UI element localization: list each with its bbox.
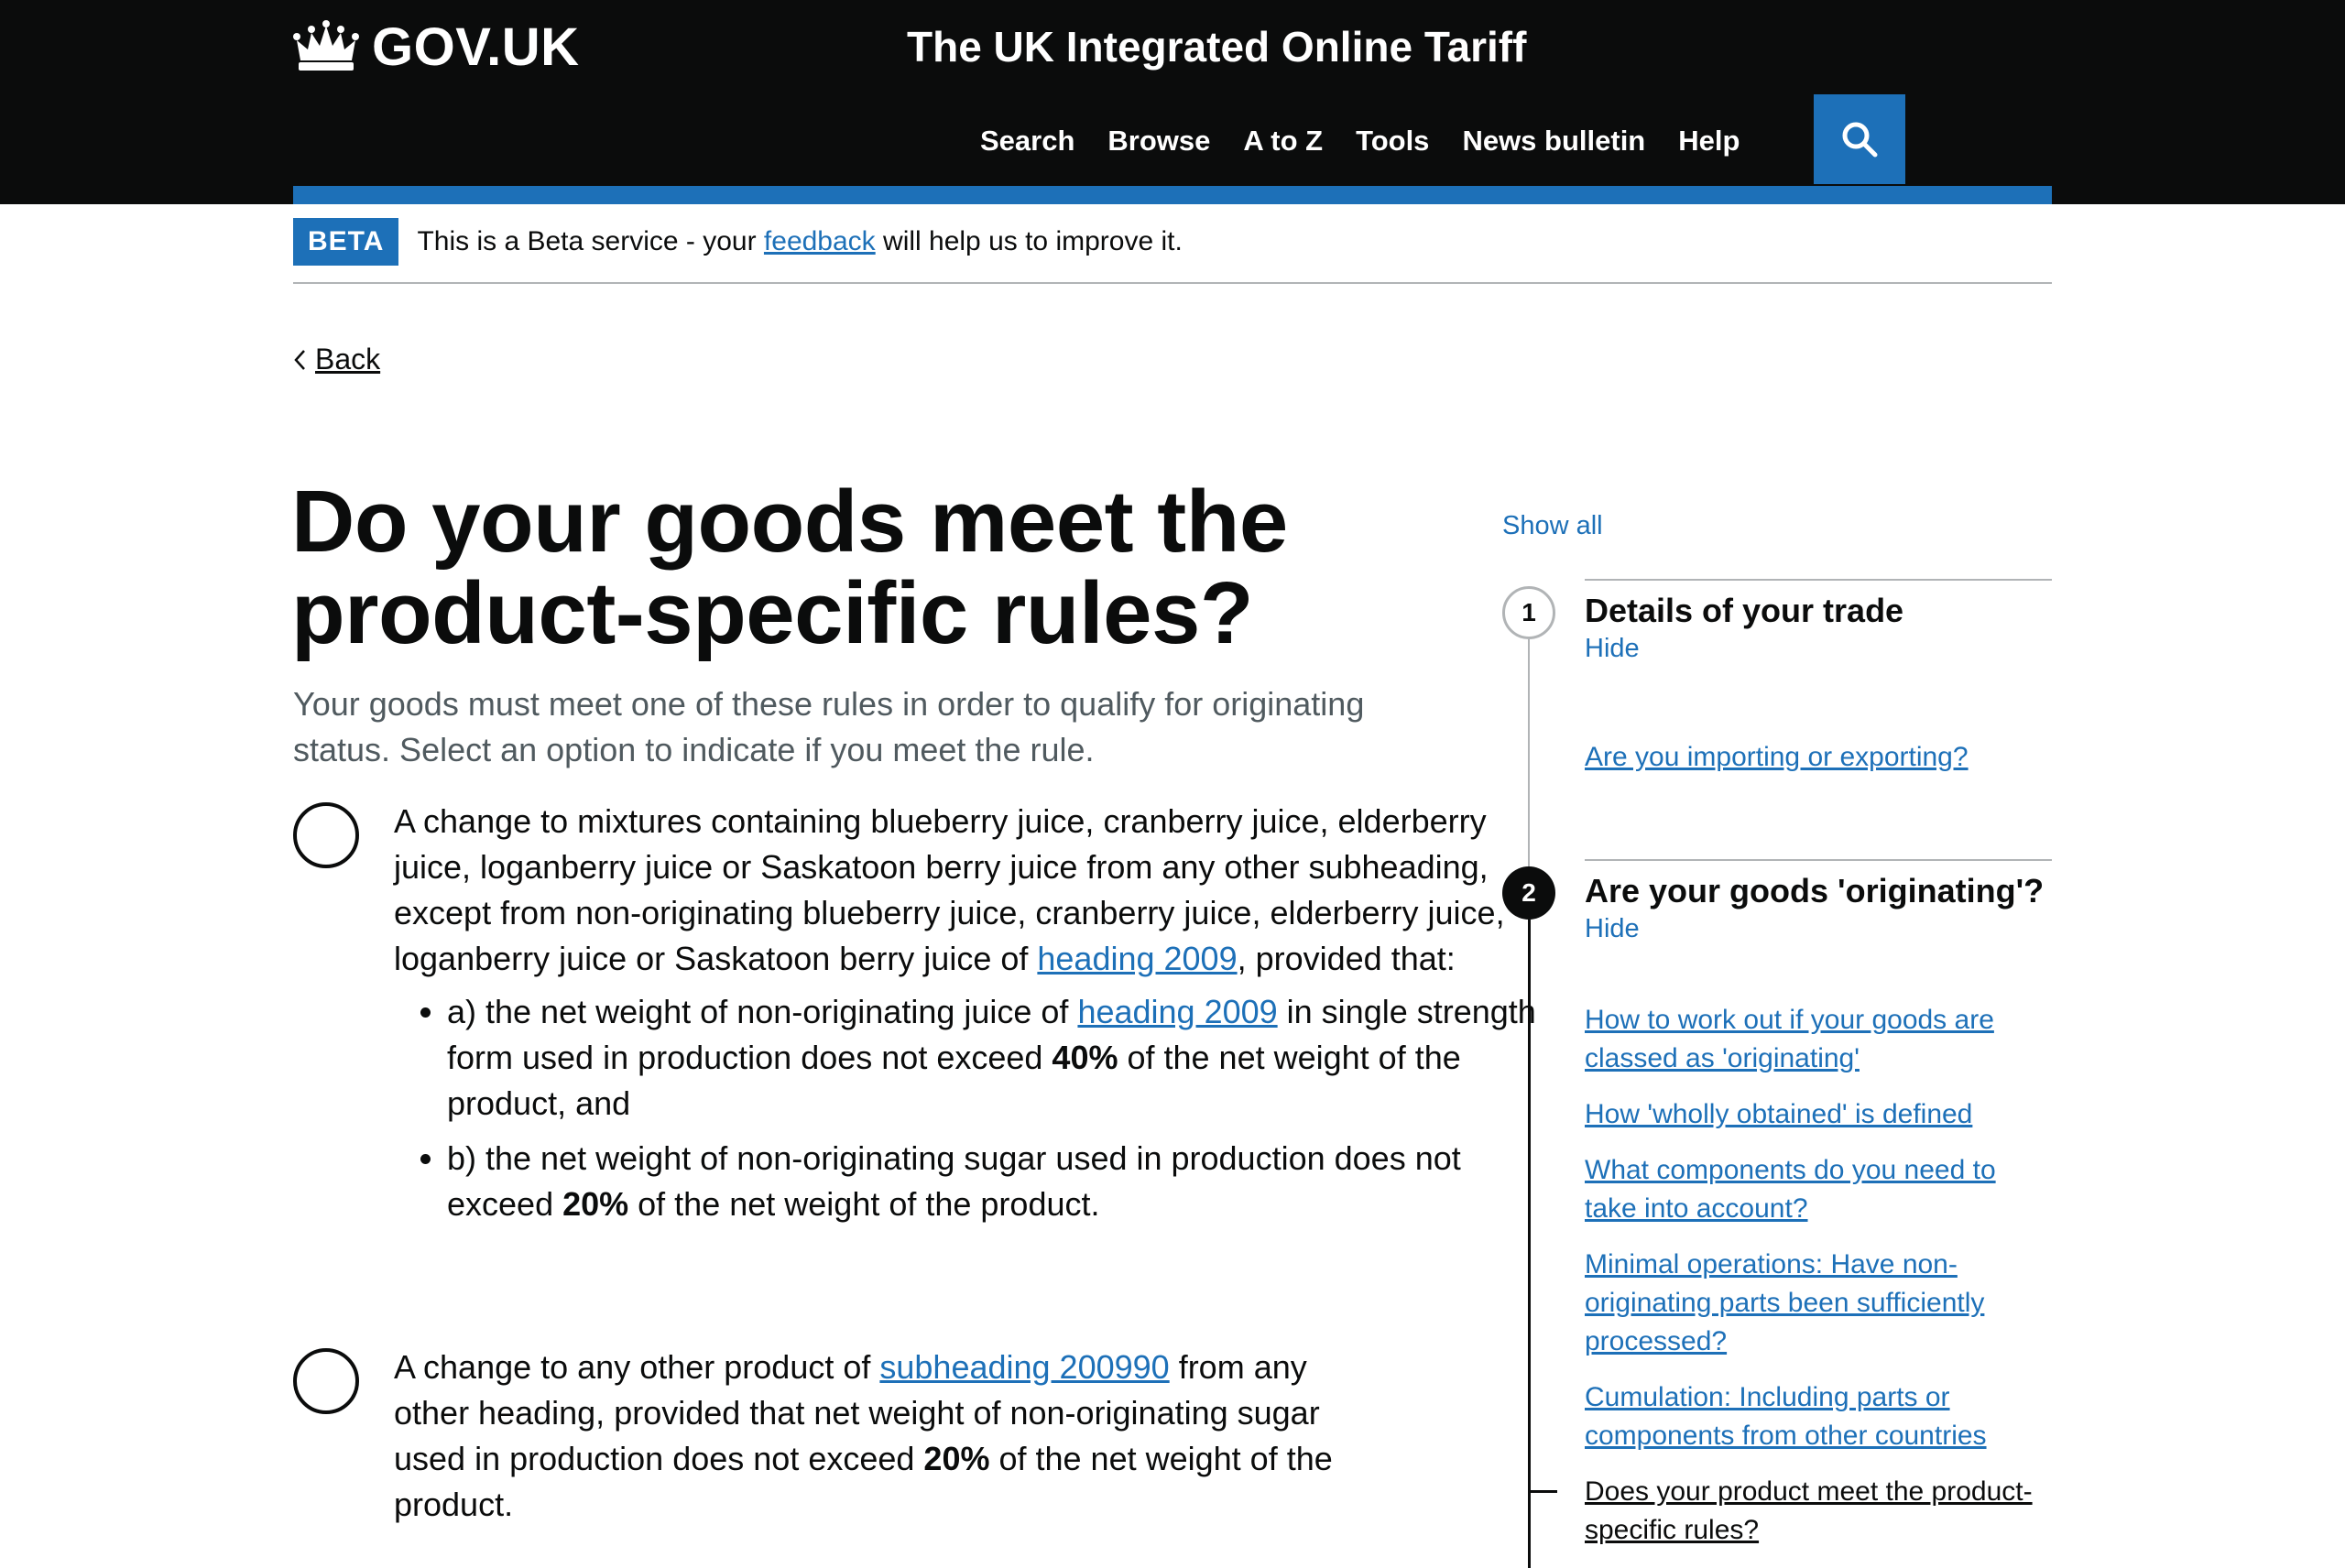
rule-option-text: A change to mixtures containing blueberr… xyxy=(394,799,1548,1236)
step-link[interactable]: Cumulation: Including parts or component… xyxy=(1585,1378,2052,1455)
search-button[interactable] xyxy=(1814,94,1905,184)
site-header: GOV.UK The UK Integrated Online Tariff S… xyxy=(0,0,2345,204)
step-number-2: 2 xyxy=(1502,866,1555,920)
rule-option-text: A change to any other product of subhead… xyxy=(394,1345,1365,1528)
step-link[interactable]: How 'wholly obtained' is defined xyxy=(1585,1095,2052,1134)
beta-text: This is a Beta service - your feedback w… xyxy=(417,225,1182,258)
show-all-button[interactable]: Show all xyxy=(1502,511,1603,541)
service-name[interactable]: The UK Integrated Online Tariff xyxy=(907,16,1526,77)
beta-text-before: This is a Beta service - your xyxy=(417,226,764,256)
rule-conditions-list: a) the net weight of non-originating jui… xyxy=(394,989,1548,1227)
chevron-left-icon xyxy=(294,349,305,370)
step-link[interactable]: What components do you need to take into… xyxy=(1585,1151,2052,1228)
rule-text: , provided that: xyxy=(1237,940,1456,977)
percentage: 20% xyxy=(923,1440,990,1477)
crown-icon xyxy=(293,20,359,71)
nav-help[interactable]: Help xyxy=(1678,125,1740,158)
subheading-link[interactable]: subheading 200990 xyxy=(879,1348,1169,1386)
heading-link[interactable]: heading 2009 xyxy=(1077,993,1277,1030)
percentage: 40% xyxy=(1052,1039,1118,1076)
nav-search[interactable]: Search xyxy=(980,125,1074,158)
radio-button[interactable] xyxy=(293,1348,359,1414)
step-divider xyxy=(1585,859,2052,861)
step-title[interactable]: Details of your trade xyxy=(1585,590,1903,632)
radio-button[interactable] xyxy=(293,802,359,868)
search-icon xyxy=(1842,122,1878,158)
step-link-current[interactable]: Does your product meet the product-speci… xyxy=(1585,1473,2052,1550)
govuk-logo[interactable]: GOV.UK xyxy=(291,16,579,77)
percentage: 20% xyxy=(562,1185,629,1223)
feedback-link[interactable]: feedback xyxy=(764,226,876,256)
condition-text: of the net weight of the product. xyxy=(628,1185,1100,1223)
nav-tools[interactable]: Tools xyxy=(1356,125,1429,158)
logo-text: GOV.UK xyxy=(372,16,580,77)
step-link[interactable]: Minimal operations: Have non-originating… xyxy=(1585,1246,2052,1361)
back-link-container: Back xyxy=(293,343,380,376)
step-title[interactable]: Are your goods 'originating'? xyxy=(1585,870,2044,912)
step-link[interactable]: Are you importing or exporting? xyxy=(1585,738,2052,777)
list-item: b) the net weight of non-originating sug… xyxy=(447,1136,1548,1227)
step-number-1: 1 xyxy=(1502,586,1555,639)
list-item: a) the net weight of non-originating jui… xyxy=(447,989,1548,1127)
step-link[interactable]: How to work out if your goods are classe… xyxy=(1585,1001,2052,1078)
rule-option-2[interactable]: A change to any other product of subhead… xyxy=(293,1345,1365,1528)
back-link[interactable]: Back xyxy=(315,343,380,376)
main-nav: Search Browse A to Z Tools News bulletin… xyxy=(980,125,1772,158)
step-hide-button[interactable]: Hide xyxy=(1585,634,1640,664)
step-hide-button[interactable]: Hide xyxy=(1585,914,1640,944)
page-lead: Your goods must meet one of these rules … xyxy=(293,685,1365,768)
step-divider xyxy=(1585,579,2052,581)
step-connector-line-active xyxy=(1528,920,1531,1568)
beta-banner: BETA This is a Beta service - your feedb… xyxy=(293,218,2052,284)
rule-text: A change to any other product of xyxy=(394,1348,880,1386)
header-blue-bar xyxy=(293,186,2052,204)
current-step-marker xyxy=(1530,1490,1557,1493)
rule-option-1[interactable]: A change to mixtures containing blueberr… xyxy=(293,799,1548,1236)
step-connector-line xyxy=(1528,639,1530,866)
nav-browse[interactable]: Browse xyxy=(1107,125,1210,158)
condition-text: a) the net weight of non-originating jui… xyxy=(447,993,1078,1030)
beta-text-after: will help us to improve it. xyxy=(875,226,1183,256)
beta-tag: BETA xyxy=(293,218,399,266)
nav-news-bulletin[interactable]: News bulletin xyxy=(1462,125,1645,158)
nav-a-to-z[interactable]: A to Z xyxy=(1243,125,1323,158)
page-title: Do your goods meet the product-specific … xyxy=(291,473,1288,662)
heading-link[interactable]: heading 2009 xyxy=(1037,940,1237,977)
